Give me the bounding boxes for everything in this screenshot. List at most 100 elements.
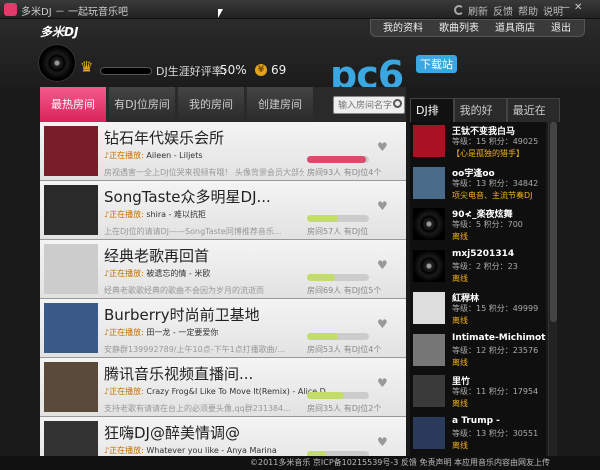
room-description: 安静群139992789/上午10点-下午1点打播歌曲/... (104, 345, 285, 354)
now-playing: ♪正在播放: 田一龙 - 一定要爱你 (104, 328, 219, 337)
room-listeners: 房间69人 (307, 286, 342, 295)
room-thumbnail[interactable] (44, 362, 98, 412)
user-avatar[interactable] (413, 333, 445, 366)
window-title: 多米DJ － 一起玩音乐吧 (21, 7, 129, 18)
now-playing-track: Aileen - Liljets (146, 151, 203, 160)
room-heat-bar (307, 392, 369, 399)
user-status: 离线 (452, 440, 468, 450)
favorite-heart-icon[interactable]: ♥ (377, 140, 388, 154)
room-heat-bar (307, 333, 369, 340)
favorite-heart-icon[interactable]: ♥ (377, 317, 388, 331)
room-description: 经典老歌歌经典的歌曲不会因为岁月的流逝而 (104, 286, 264, 295)
now-playing: ♪正在播放: Crazy Frog&I Like To Move It(Remi… (104, 387, 326, 396)
nav-item-shop[interactable]: 道具商店 (487, 21, 543, 37)
room-item[interactable]: 钻石年代娱乐会所 ♪正在播放: Aileen - Liljets 房视遇害一全上… (40, 122, 406, 181)
tab-my-friends[interactable]: 我的好友 (453, 98, 507, 141)
favorite-heart-icon[interactable]: ♥ (377, 258, 388, 272)
tab-recent-online[interactable]: 最近在线 (506, 98, 560, 141)
room-heat-bar (307, 274, 369, 281)
room-title[interactable]: 钻石年代娱乐会所 (104, 127, 224, 148)
room-meta: 房间69人 有DJ位5个 (307, 285, 381, 296)
top-nav: 我的资料 歌曲列表 道具商店 退出 (375, 21, 579, 37)
now-playing-track: shira - 难以抗拒 (146, 210, 206, 219)
room-thumbnail[interactable] (44, 185, 98, 235)
room-item[interactable]: SongTaste众多明星DJ... ♪正在播放: shira - 难以抗拒 上… (40, 181, 406, 240)
now-playing: ♪正在播放: Whatever you like - Anya Marina (104, 446, 277, 455)
window-controls: — ✕ (560, 2, 582, 13)
avatar[interactable] (38, 44, 76, 82)
ranking-user[interactable]: a Trump - 等级：13 积分：30551 离线 (410, 414, 546, 456)
nav-song-list[interactable]: 歌曲列表 (431, 21, 487, 37)
nav-logout[interactable]: 退出 (543, 21, 579, 37)
user-level: 等级：13 积分：30551 (452, 428, 539, 438)
now-playing-track: 被遗忘的情 - 米欧 (146, 269, 211, 278)
help-link[interactable]: 帮助 (518, 3, 538, 18)
user-level: 等级：13 积分：34842 (452, 178, 539, 188)
user-avatar[interactable] (413, 291, 445, 324)
user-status: 离线 (452, 357, 468, 367)
room-title[interactable]: 狂嗨DJ@醉美情调@ (104, 422, 240, 443)
now-playing-label: 正在播放: (109, 151, 144, 160)
now-playing-label: 正在播放: (109, 328, 144, 337)
user-level: 等级：5 积分：700 (452, 220, 523, 230)
tab-create-room[interactable]: 创建房间 (247, 87, 313, 122)
favorite-heart-icon[interactable]: ♥ (377, 376, 388, 390)
title-bar: 多米DJ － 一起玩音乐吧 刷新 反馈 帮助 说明 — ✕ (0, 0, 600, 19)
watermark-badge: 下载站 (416, 55, 457, 73)
user-avatar[interactable] (413, 416, 445, 449)
room-listeners: 房间35人 (307, 404, 342, 413)
refresh-link[interactable]: 刷新 (468, 3, 488, 18)
header: 多米DJ 我的资料 歌曲列表 道具商店 退出 ♛ DJ生涯好评率: 50% ¥ … (0, 19, 600, 97)
room-item[interactable]: Burberry时尚前卫基地 ♪正在播放: 田一龙 - 一定要爱你 安静群139… (40, 299, 406, 358)
user-avatar[interactable] (413, 375, 445, 408)
user-name[interactable]: Intimate-Michimoto (452, 333, 546, 343)
ranking-list: 王钛不变我白马 等级：15 积分：49025 【心是孤独的猎手】 oo宇逢oo … (410, 122, 546, 456)
room-item[interactable]: 经典老歌再回首 ♪正在播放: 被遗忘的情 - 米欧 经典老歌歌经典的歌曲不会因为… (40, 240, 406, 299)
rating-value: 50% (220, 63, 247, 77)
tab-my-rooms[interactable]: 我的房间 (178, 87, 244, 122)
room-title[interactable]: SongTaste众多明星DJ... (104, 186, 271, 207)
room-item[interactable]: 狂嗨DJ@醉美情调@ ♪正在播放: Whatever you like - An… (40, 417, 406, 456)
app-logo-icon (4, 3, 17, 16)
feedback-link[interactable]: 反馈 (493, 3, 513, 18)
tab-hot-rooms[interactable]: 最热房间 (40, 87, 106, 122)
coin-icon: ¥ (255, 64, 267, 76)
room-title[interactable]: Burberry时尚前卫基地 (104, 304, 260, 325)
user-level: 等级：2 积分：23 (452, 262, 518, 272)
close-icon[interactable]: ✕ (574, 2, 582, 13)
user-name[interactable]: mxj5201314 (452, 249, 514, 259)
minimize-icon[interactable]: — (560, 2, 570, 13)
room-title[interactable]: 经典老歌再回首 (104, 245, 209, 266)
room-thumbnail[interactable] (44, 303, 98, 353)
now-playing-track: Crazy Frog&I Like To Move It(Remix) - Al… (146, 387, 326, 396)
room-thumbnail[interactable] (44, 126, 98, 176)
user-status: 离线 (452, 399, 468, 409)
refresh-icon[interactable] (454, 5, 464, 15)
user-avatar[interactable] (413, 208, 445, 241)
user-level: 等级：15 积分：49999 (452, 303, 539, 313)
search-icon[interactable] (393, 99, 402, 108)
user-avatar[interactable] (413, 250, 445, 283)
tab-dj-ranking[interactable]: DJ排行 (410, 98, 454, 141)
favorite-heart-icon[interactable]: ♥ (377, 435, 388, 449)
user-status: 离线 (452, 315, 468, 325)
room-thumbnail[interactable] (44, 421, 98, 456)
room-title[interactable]: 腾讯音乐视频直播间... (104, 363, 253, 384)
favorite-heart-icon[interactable]: ♥ (377, 199, 388, 213)
user-level: 等级：11 积分：17954 (452, 387, 539, 397)
now-playing-track: 田一龙 - 一定要爱你 (146, 328, 219, 337)
user-avatar[interactable] (413, 166, 445, 199)
room-thumbnail[interactable] (44, 244, 98, 294)
user-status: 【心是孤独的猎手】 (452, 149, 524, 158)
room-item[interactable]: 腾讯音乐视频直播间... ♪正在播放: Crazy Frog&I Like To… (40, 358, 406, 417)
room-description: 上在DJ位的请请DJ——SongTaste同博推荐音乐... (104, 227, 282, 236)
ranking-scrollbar[interactable] (548, 122, 557, 456)
nav-my-profile[interactable]: 我的资料 (375, 21, 431, 37)
tab-dj-rooms[interactable]: 有DJ位房间 (109, 87, 175, 122)
now-playing-label: 正在播放: (109, 269, 144, 278)
user-name[interactable]: a Trump - (452, 416, 500, 426)
mouse-cursor-icon (218, 9, 228, 18)
now-playing: ♪正在播放: 被遗忘的情 - 米欧 (104, 269, 211, 278)
room-listeners: 房间53人 (307, 345, 342, 354)
user-avatar[interactable] (413, 125, 445, 157)
